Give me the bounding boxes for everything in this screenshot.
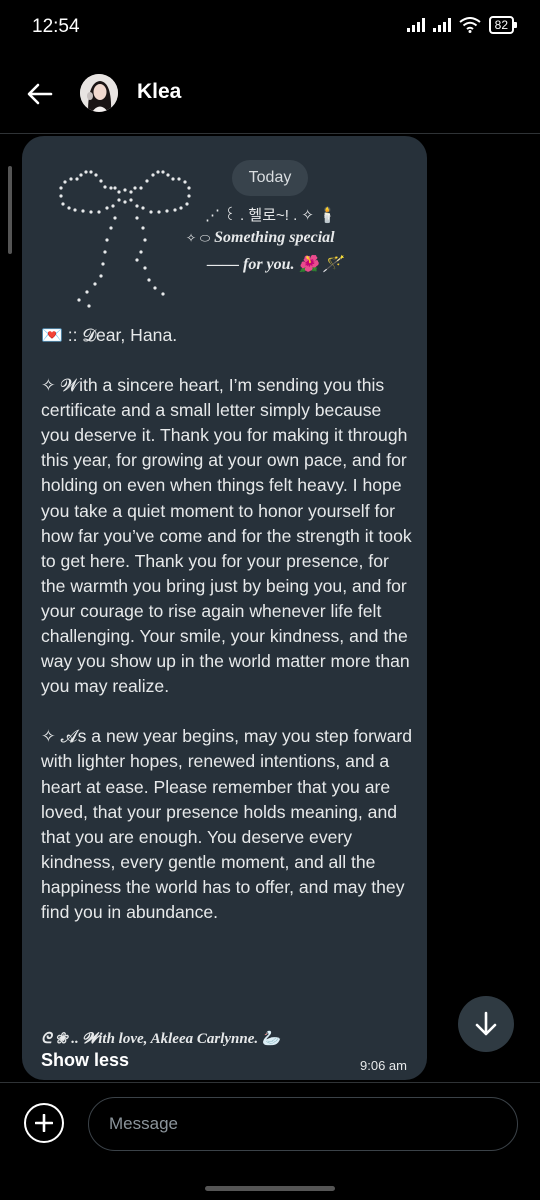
composer bbox=[0, 1082, 540, 1200]
date-separator: Today bbox=[232, 160, 308, 196]
status-icons: 82 bbox=[406, 16, 518, 34]
deco-line-1: ⋰ ꒰ . 헬로~! . ✧ 🕯️ bbox=[205, 207, 337, 224]
letter-paragraph-1: ✧ 𝓦ith a sincere heart, I’m sending you … bbox=[41, 375, 412, 697]
message-bubble[interactable]: ⋰ ꒰ . 헬로~! . ✧ 🕯️ ✧ ⬭ Something special … bbox=[22, 136, 427, 1080]
letter-paragraph-2: ✧ 𝓐s a new year begins, may you step for… bbox=[41, 726, 413, 922]
greeting: 💌 :: 𝓓ear, Hana. bbox=[41, 325, 178, 345]
bow-icon bbox=[59, 170, 191, 308]
letter-body: 💌 :: 𝓓ear, Hana. ✧ 𝓦ith a sincere heart,… bbox=[41, 323, 413, 950]
deco-line-3: —— for you. 🌺 🪄 bbox=[207, 256, 343, 273]
add-attachment-button[interactable] bbox=[24, 1103, 64, 1143]
status-bar: 12:54 82 bbox=[0, 0, 540, 56]
message-input[interactable] bbox=[88, 1097, 518, 1151]
arrow-left-icon bbox=[27, 83, 53, 105]
chat-header: Klea bbox=[0, 56, 540, 134]
avatar-image bbox=[80, 74, 118, 112]
scrollbar[interactable] bbox=[8, 166, 12, 254]
deco-line-2-prefix: ✧ ⬭ bbox=[186, 231, 211, 245]
signal-icon-2 bbox=[432, 18, 451, 32]
back-button[interactable] bbox=[22, 76, 58, 112]
signature: ᘓ ❀ .. 𝓦ith love, Akleea Carlynne. 🦢 bbox=[41, 1031, 281, 1047]
arrow-down-icon bbox=[475, 1011, 497, 1036]
signal-icon bbox=[406, 18, 425, 32]
avatar[interactable] bbox=[80, 74, 118, 112]
home-indicator[interactable] bbox=[205, 1186, 335, 1191]
scroll-to-bottom-button[interactable] bbox=[458, 996, 514, 1052]
show-less-button[interactable]: Show less bbox=[41, 1050, 129, 1071]
contact-name[interactable]: Klea bbox=[137, 80, 181, 104]
battery-icon: 82 bbox=[488, 16, 518, 34]
deco-line-2: ✧ ⬭ Something special bbox=[186, 229, 335, 247]
message-timestamp: 9:06 am bbox=[360, 1058, 407, 1073]
wifi-icon bbox=[459, 17, 481, 33]
status-time: 12:54 bbox=[32, 16, 80, 37]
plus-icon bbox=[35, 1114, 53, 1132]
deco-line-2-text: Something special bbox=[214, 229, 335, 246]
